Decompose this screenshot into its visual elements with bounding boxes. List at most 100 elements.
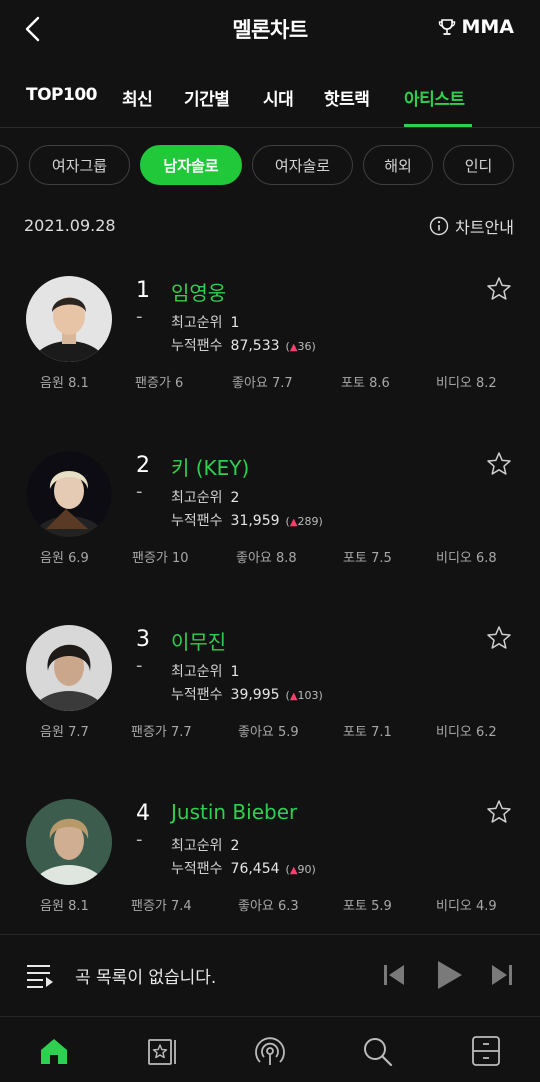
artist-scores: 음원 8.1 팬증가 7.4 좋아요 6.3 포토 5.9 비디오 4.9 <box>0 895 540 915</box>
up-arrow-icon: ▲ <box>289 342 298 353</box>
score-likes: 좋아요 8.8 <box>236 551 297 566</box>
filter-overseas[interactable]: 해외 <box>363 145 433 185</box>
artist-row[interactable]: 1 - 임영웅 최고순위 1 누적팬수 87,533 (▲36) 음원 8.1 팬증가… <box>0 262 540 436</box>
score-photo: 포토 5.9 <box>343 899 392 914</box>
artist-avatar[interactable] <box>26 799 112 885</box>
best-rank: 최고순위 1 <box>171 312 239 332</box>
rank-number: 4 <box>136 801 150 826</box>
mini-player: 곡 목록이 없습니다. <box>0 934 540 1016</box>
fan-count-value: 76,454 <box>230 861 280 877</box>
score-fan-growth: 팬증가 7.7 <box>131 725 192 740</box>
tab-era[interactable]: 시대 <box>263 85 294 110</box>
score-audio: 음원 8.1 <box>40 376 89 391</box>
previous-icon[interactable] <box>382 961 406 989</box>
best-rank-label: 최고순위 <box>171 664 223 680</box>
best-rank: 최고순위 2 <box>171 835 239 855</box>
score-photo: 포토 8.6 <box>341 376 390 391</box>
filter-indie[interactable]: 인디 <box>443 145 514 185</box>
filter-male-solo[interactable]: 남자솔로 <box>140 145 242 185</box>
artist-avatar[interactable] <box>26 451 112 537</box>
artist-name[interactable]: 키 (KEY) <box>171 452 249 481</box>
best-rank-value: 2 <box>230 838 240 854</box>
artist-scores: 음원 7.7 팬증가 7.7 좋아요 5.9 포토 7.1 비디오 6.2 <box>0 721 540 741</box>
fan-count-label: 누적팬수 <box>171 338 223 354</box>
rank-number: 2 <box>136 453 150 478</box>
info-icon <box>429 216 449 236</box>
artist-avatar[interactable] <box>26 625 112 711</box>
best-rank: 최고순위 2 <box>171 487 239 507</box>
fan-delta: 289 <box>297 515 319 528</box>
active-tab-indicator <box>404 124 472 127</box>
fan-count-value: 39,995 <box>230 687 280 703</box>
score-photo: 포토 7.1 <box>343 725 392 740</box>
fan-count-label: 누적팬수 <box>171 513 223 529</box>
next-icon[interactable] <box>490 961 514 989</box>
artist-row[interactable]: 4 - Justin Bieber 최고순위 2 누적팬수 76,454 (▲90) … <box>0 785 540 959</box>
favorite-star-icon[interactable] <box>486 625 512 651</box>
mma-button[interactable]: MMA <box>438 16 514 38</box>
up-arrow-icon: ▲ <box>289 691 298 702</box>
favorite-star-icon[interactable] <box>486 276 512 302</box>
chart-tabs: TOP100 최신 기간별 시대 핫트랙 아티스트 <box>0 78 540 128</box>
fan-count-label: 누적팬수 <box>171 687 223 703</box>
artist-row[interactable]: 3 - 이무진 최고순위 1 누적팬수 39,995 (▲103) 음원 7.7 팬증… <box>0 611 540 785</box>
filter-pill-offscreen[interactable] <box>0 145 18 185</box>
artist-name[interactable]: 이무진 <box>171 626 226 655</box>
score-fan-growth: 팬증가 10 <box>132 551 189 566</box>
best-rank-label: 최고순위 <box>171 315 223 331</box>
my-music-icon[interactable] <box>146 1035 178 1067</box>
tab-artist[interactable]: 아티스트 <box>404 85 465 110</box>
home-icon[interactable] <box>38 1035 70 1067</box>
fan-delta: 103 <box>297 689 319 702</box>
rank-change: - <box>136 829 143 850</box>
artist-filter-bar: 여자그룹 남자솔로 여자솔로 해외 인디 <box>0 145 540 187</box>
artist-scores: 음원 8.1 팬증가 6 좋아요 7.7 포토 8.6 비디오 8.2 <box>0 372 540 392</box>
rank-number: 3 <box>136 627 150 652</box>
tab-latest[interactable]: 최신 <box>122 85 153 110</box>
artist-name[interactable]: 임영웅 <box>171 277 226 306</box>
fan-count-value: 31,959 <box>230 513 280 529</box>
tab-top100[interactable]: TOP100 <box>26 85 98 105</box>
rank-change: - <box>136 306 143 327</box>
score-audio: 음원 6.9 <box>40 551 89 566</box>
playlist-icon[interactable] <box>26 963 54 989</box>
fan-count: 누적팬수 87,533 (▲36) <box>171 338 316 354</box>
favorite-star-icon[interactable] <box>486 799 512 825</box>
fan-count-value: 87,533 <box>230 338 280 354</box>
artist-avatar[interactable] <box>26 276 112 362</box>
chart-date: 2021.09.28 <box>24 216 116 235</box>
up-arrow-icon: ▲ <box>289 517 298 528</box>
rank-number: 1 <box>136 278 150 303</box>
fan-count-label: 누적팬수 <box>171 861 223 877</box>
menu-drawer-icon[interactable] <box>470 1035 502 1067</box>
artist-name[interactable]: Justin Bieber <box>171 800 297 824</box>
favorite-star-icon[interactable] <box>486 451 512 477</box>
score-fan-growth: 팬증가 6 <box>135 376 184 391</box>
fan-delta: 90 <box>297 863 312 876</box>
chart-guide-button[interactable]: 차트안내 <box>429 214 514 238</box>
podcast-icon[interactable] <box>254 1035 286 1067</box>
rank-change: - <box>136 481 143 502</box>
app-header: 멜론차트 MMA <box>0 0 540 58</box>
search-icon[interactable] <box>361 1035 393 1067</box>
best-rank-value: 1 <box>230 664 240 680</box>
score-video: 비디오 6.2 <box>436 725 497 740</box>
score-photo: 포토 7.5 <box>343 551 392 566</box>
chart-guide-label: 차트안내 <box>455 218 514 237</box>
best-rank-value: 2 <box>230 490 240 506</box>
fan-count: 누적팬수 76,454 (▲90) <box>171 861 316 877</box>
tab-hot-track[interactable]: 핫트랙 <box>324 85 370 110</box>
artist-scores: 음원 6.9 팬증가 10 좋아요 8.8 포토 7.5 비디오 6.8 <box>0 547 540 567</box>
score-video: 비디오 6.8 <box>436 551 497 566</box>
best-rank-label: 최고순위 <box>171 490 223 506</box>
tab-period[interactable]: 기간별 <box>184 85 230 110</box>
trophy-icon <box>439 19 456 35</box>
best-rank-label: 최고순위 <box>171 838 223 854</box>
mma-label: MMA <box>461 16 514 38</box>
score-audio: 음원 7.7 <box>40 725 89 740</box>
artist-row[interactable]: 2 - 키 (KEY) 최고순위 2 누적팬수 31,959 (▲289) 음원 6.… <box>0 437 540 611</box>
filter-female-group[interactable]: 여자그룹 <box>29 145 130 185</box>
score-video: 비디오 4.9 <box>436 899 497 914</box>
play-icon[interactable] <box>436 959 464 991</box>
filter-female-solo[interactable]: 여자솔로 <box>252 145 353 185</box>
